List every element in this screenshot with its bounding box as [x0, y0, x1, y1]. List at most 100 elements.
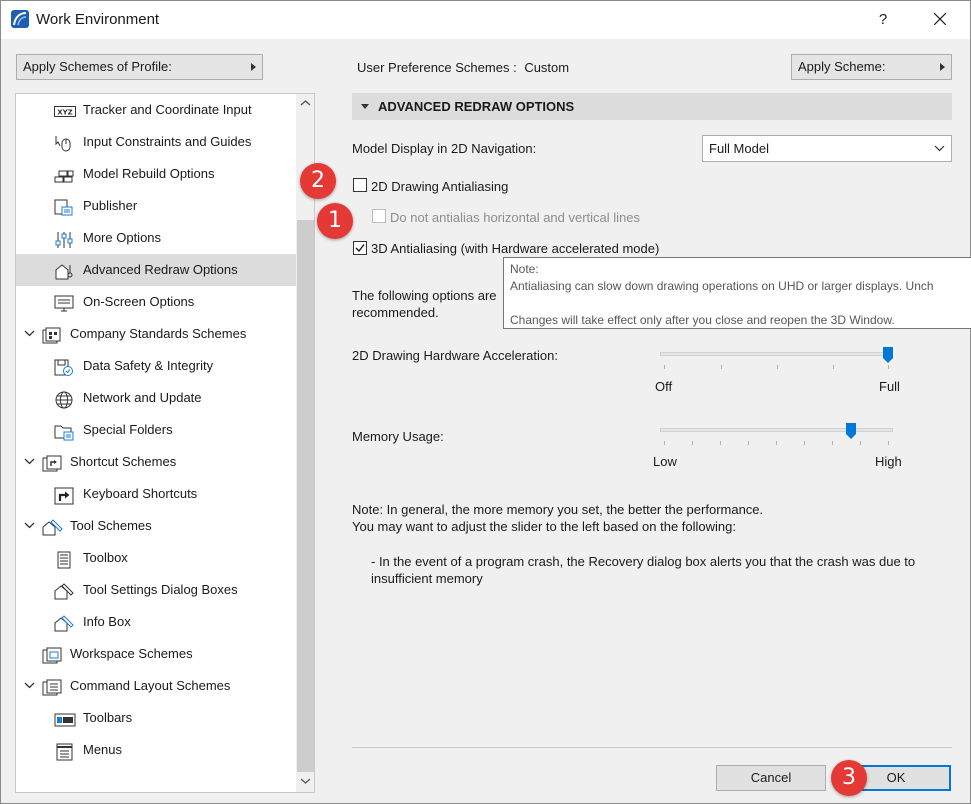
tree-item-label: Advanced Redraw Options [83, 262, 238, 277]
bricks-icon [54, 165, 74, 183]
tree-item-tool-settings[interactable]: Tool Settings Dialog Boxes [16, 574, 296, 606]
checkbox-3d-antialiasing[interactable] [353, 241, 367, 255]
pref-schemes-value: Custom [524, 60, 570, 75]
data-safety-icon [54, 357, 74, 376]
folder-icon [54, 421, 74, 441]
hw-accel-slider-track[interactable] [660, 352, 893, 356]
apply-profile-button[interactable]: Apply Schemes of Profile: [16, 54, 263, 80]
slider-tick [888, 441, 889, 445]
tree-item-model-rebuild[interactable]: Model Rebuild Options [16, 158, 296, 190]
slider-tick [721, 365, 722, 369]
toolbox-icon [54, 549, 74, 569]
tree-item-label: Keyboard Shortcuts [83, 486, 198, 501]
tree-item-label: Workspace Schemes [70, 646, 193, 661]
apply-scheme-label: Apply Scheme: [798, 59, 886, 74]
tree-scrollbar[interactable] [296, 94, 314, 792]
tool-settings-icon [54, 581, 74, 600]
tree-item-publisher[interactable]: Publisher [16, 190, 296, 222]
callout-badge-2: 2 [300, 163, 336, 199]
tree-item-label: Command Layout Schemes [70, 678, 231, 693]
help-button[interactable]: ? [869, 9, 897, 31]
chevron-down-icon[interactable] [24, 522, 35, 529]
monitor-icon [54, 293, 74, 312]
checkbox-2d-antialiasing[interactable] [353, 178, 367, 192]
tree-item-label: On-Screen Options [83, 294, 195, 309]
tree-item-toolbox[interactable]: Toolbox [16, 542, 296, 574]
tool-scheme-icon [42, 517, 63, 536]
model-display-label: Model Display in 2D Navigation: [352, 141, 537, 156]
tree-item-data-safety[interactable]: Data Safety & Integrity [16, 350, 296, 382]
callout-badge-3: 3 [831, 760, 867, 796]
mem-high-label: High [875, 454, 902, 469]
tree-item-command-layout[interactable]: Command Layout Schemes [16, 670, 296, 702]
tree-item-tool-schemes[interactable]: Tool Schemes [16, 510, 296, 542]
tree-item-on-screen[interactable]: On-Screen Options [16, 286, 296, 318]
checkbox-no-hv-label: Do not antialias horizontal and vertical… [390, 210, 641, 225]
shortcut-arrow-icon [54, 485, 74, 505]
slider-tick [888, 365, 889, 369]
collapse-triangle-icon [361, 104, 369, 109]
tree-item-network[interactable]: Network and Update [16, 382, 296, 414]
tooltip-title: Note: [510, 262, 539, 276]
scroll-up-icon[interactable] [300, 98, 311, 109]
tree-item-advanced-redraw[interactable]: Advanced Redraw Options [16, 254, 296, 286]
scroll-down-icon[interactable] [300, 776, 311, 787]
tree-item-label: More Options [83, 230, 162, 245]
tree-item-label: Toolbars [83, 710, 133, 725]
redraw-icon [54, 261, 74, 280]
hw-off-label: Off [655, 379, 673, 394]
scroll-thumb[interactable] [297, 220, 314, 772]
close-button[interactable] [921, 7, 959, 33]
tree-item-special-folders[interactable]: Special Folders [16, 414, 296, 446]
slider-tick [804, 441, 805, 445]
archicad-app-icon [11, 10, 29, 28]
tree-item-company-standards[interactable]: Company Standards Schemes [16, 318, 296, 350]
svg-text:XYZ: XYZ [57, 109, 73, 117]
tree-item-workspace-schemes[interactable]: Workspace Schemes [16, 638, 296, 670]
xyz-icon: XYZ [54, 101, 76, 119]
section-header[interactable]: ADVANCED REDRAW OPTIONS [352, 93, 952, 120]
hw-accel-slider-thumb[interactable] [883, 347, 893, 363]
slider-tick [720, 441, 721, 445]
slider-tick [833, 365, 834, 369]
info-box-icon [54, 613, 74, 632]
memory-slider-track[interactable] [660, 428, 893, 432]
cancel-button[interactable]: Cancel [716, 765, 826, 791]
note-line1: Note: In general, the more memory you se… [352, 502, 764, 517]
tree-item-label: Menus [83, 742, 123, 757]
window-title: Work Environment [36, 11, 160, 28]
tree-item-input-constraints[interactable]: Input Constraints and Guides [16, 126, 296, 158]
checkbox-no-hv-antialias[interactable] [372, 209, 386, 223]
antialiasing-tooltip: Note: Antialiasing can slow down drawing… [503, 257, 971, 329]
tree-item-label: Data Safety & Integrity [83, 358, 214, 373]
tree-item-shortcut-schemes[interactable]: Shortcut Schemes [16, 446, 296, 478]
section-title: ADVANCED REDRAW OPTIONS [378, 99, 575, 114]
pref-schemes-label: User Preference Schemes : [357, 60, 517, 75]
tree-item-label: Shortcut Schemes [70, 454, 177, 469]
slider-tick [748, 441, 749, 445]
tree-item-label: Network and Update [83, 390, 202, 405]
checkbox-3d-antialiasing-label: 3D Antialiasing (with Hardware accelerat… [371, 241, 660, 256]
note-line2: You may want to adjust the slider to the… [352, 519, 736, 534]
pref-schemes: User Preference Schemes : Custom [357, 60, 569, 75]
checkbox-2d-antialiasing-label: 2D Drawing Antialiasing [371, 179, 509, 194]
tree-item-info-box[interactable]: Info Box [16, 606, 296, 638]
tree-item-label: Company Standards Schemes [70, 326, 247, 341]
chevron-down-icon[interactable] [24, 682, 35, 689]
work-environment-dialog: Work Environment ? Apply Schemes of Prof… [0, 0, 971, 804]
chevron-down-icon[interactable] [24, 330, 35, 337]
tree-item-menus[interactable]: Menus [16, 734, 296, 766]
tree-item-label: Input Constraints and Guides [83, 134, 252, 149]
tree-item-toolbars[interactable]: Toolbars [16, 702, 296, 734]
memory-slider-thumb[interactable] [846, 423, 856, 439]
tree-item-tracker[interactable]: XYZ Tracker and Coordinate Input [16, 94, 296, 126]
tree-item-keyboard-shortcuts[interactable]: Keyboard Shortcuts [16, 478, 296, 510]
sliders-icon [54, 229, 74, 248]
chevron-down-icon[interactable] [24, 458, 35, 465]
tree-item-label: Publisher [83, 198, 138, 213]
tree-item-more-options[interactable]: More Options [16, 222, 296, 254]
apply-scheme-button[interactable]: Apply Scheme: [791, 54, 952, 80]
tree-item-label: Tracker and Coordinate Input [83, 102, 252, 117]
model-display-select[interactable]: Full Model [702, 135, 952, 162]
tree-item-label: Model Rebuild Options [83, 166, 215, 181]
